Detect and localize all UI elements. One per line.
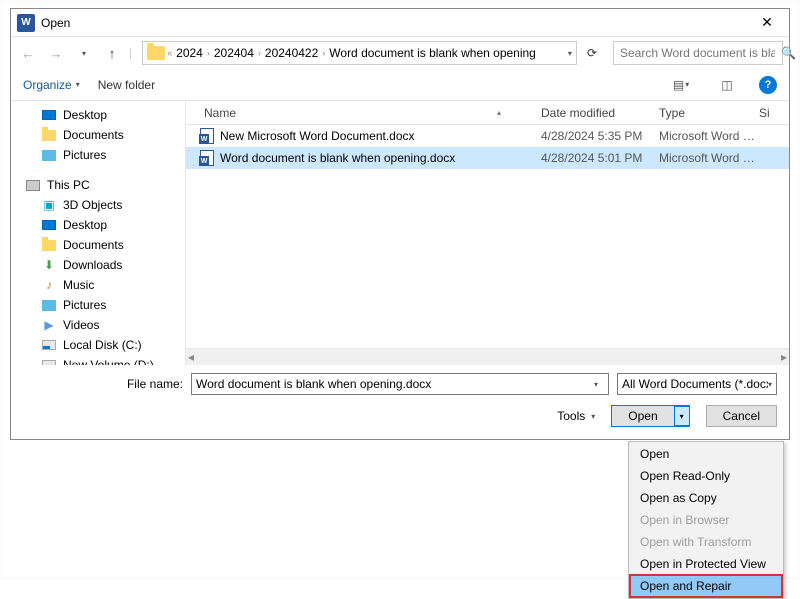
up-button[interactable]: ↑ <box>101 42 123 64</box>
forward-button[interactable]: → <box>45 42 67 64</box>
sidebar-item[interactable]: New Volume (D:) <box>11 355 185 365</box>
sidebar-this-pc[interactable]: This PC <box>11 175 185 195</box>
folder-icon <box>147 46 165 60</box>
menu-item-open[interactable]: Open <box>630 443 782 465</box>
cancel-button[interactable]: Cancel <box>706 405 777 427</box>
3d-icon: ▣ <box>41 198 57 212</box>
file-name-combo[interactable]: ▾ <box>191 373 609 395</box>
video-icon: ▶ <box>41 318 57 332</box>
open-dropdown-button[interactable]: ▾ <box>674 406 690 426</box>
breadcrumb-segment[interactable]: 2024 <box>176 46 203 60</box>
folder-icon <box>41 128 57 142</box>
titlebar: W Open ✕ <box>11 9 789 37</box>
file-list[interactable]: New Microsoft Word Document.docx4/28/202… <box>186 125 789 348</box>
word-doc-icon <box>200 150 214 166</box>
preview-pane-button[interactable]: ◫ <box>713 74 741 96</box>
body: DesktopDocumentsPicturesThis PC▣3D Objec… <box>11 101 789 365</box>
sidebar-item[interactable]: Documents <box>11 235 185 255</box>
menu-item-open-read-only[interactable]: Open Read-Only <box>630 465 782 487</box>
open-button[interactable]: Open <box>612 409 673 423</box>
tools-menu[interactable]: Tools▾ <box>557 409 595 423</box>
folder-icon <box>41 238 57 252</box>
file-type-filter[interactable]: All Word Documents (*.docx;*.▾ <box>617 373 777 395</box>
word-app-icon: W <box>17 14 35 32</box>
sidebar-item[interactable]: Pictures <box>11 295 185 315</box>
pictures-icon <box>41 148 57 162</box>
menu-item-open-and-repair[interactable]: Open and Repair <box>629 574 783 598</box>
disk-icon <box>41 358 57 365</box>
refresh-button[interactable]: ⟳ <box>583 46 601 60</box>
sidebar-item[interactable]: ▶Videos <box>11 315 185 335</box>
menu-item-open-in-protected-view[interactable]: Open in Protected View <box>630 553 782 575</box>
sort-indicator-icon: ▴ <box>497 108 501 117</box>
file-name-input[interactable] <box>196 377 588 391</box>
command-bar: Organize▾ New folder ▤▾ ◫ ? <box>11 69 789 101</box>
desktop-icon <box>41 108 57 122</box>
sidebar-item[interactable]: Desktop <box>11 105 185 125</box>
breadcrumb-segment[interactable]: Word document is blank when opening <box>329 46 536 60</box>
organize-menu[interactable]: Organize▾ <box>23 78 80 92</box>
open-split-button[interactable]: Open ▾ <box>611 405 689 427</box>
dialog-title: Open <box>41 16 751 30</box>
help-button[interactable]: ? <box>759 76 777 94</box>
sidebar-item[interactable]: ⬇Downloads <box>11 255 185 275</box>
new-folder-button[interactable]: New folder <box>98 78 155 92</box>
open-options-menu: OpenOpen Read-OnlyOpen as CopyOpen in Br… <box>628 441 784 599</box>
horizontal-scrollbar[interactable]: ◂▸ <box>186 348 789 365</box>
down-icon: ⬇ <box>41 258 57 272</box>
pictures-icon <box>41 298 57 312</box>
file-list-pane: Name▴ Date modified Type Si New Microsof… <box>186 101 789 365</box>
close-button[interactable]: ✕ <box>751 14 783 31</box>
breadcrumb-segment[interactable]: 202404 <box>214 46 254 60</box>
chevron-right-icon: › <box>322 48 325 58</box>
breadcrumb-bar[interactable]: « 2024 › 202404 › 20240422 › Word docume… <box>142 41 577 65</box>
word-doc-icon <box>200 128 214 144</box>
column-headers[interactable]: Name▴ Date modified Type Si <box>186 101 789 125</box>
file-row[interactable]: Word document is blank when opening.docx… <box>186 147 789 169</box>
diskc-icon <box>41 338 57 352</box>
file-row[interactable]: New Microsoft Word Document.docx4/28/202… <box>186 125 789 147</box>
address-bar: ← → ▾ ↑ | « 2024 › 202404 › 20240422 › W… <box>11 37 789 69</box>
sidebar-item[interactable]: Documents <box>11 125 185 145</box>
music-icon: ♪ <box>41 278 57 292</box>
sidebar-item[interactable]: Local Disk (C:) <box>11 335 185 355</box>
search-box[interactable]: 🔍 <box>613 41 783 65</box>
file-name-label: File name: <box>23 377 183 391</box>
address-history-dropdown[interactable]: ▾ <box>568 49 572 58</box>
sidebar-item[interactable]: ♪Music <box>11 275 185 295</box>
sidebar-item[interactable]: Pictures <box>11 145 185 165</box>
menu-item-open-with-transform: Open with Transform <box>630 531 782 553</box>
pc-icon <box>25 178 41 192</box>
search-input[interactable] <box>620 46 775 60</box>
desktop-icon <box>41 218 57 232</box>
sidebar-item[interactable]: Desktop <box>11 215 185 235</box>
menu-item-open-in-browser: Open in Browser <box>630 509 782 531</box>
chevron-right-icon: › <box>258 48 261 58</box>
navigation-pane[interactable]: DesktopDocumentsPicturesThis PC▣3D Objec… <box>11 101 186 365</box>
file-name-dropdown[interactable]: ▾ <box>588 380 604 389</box>
open-dialog: W Open ✕ ← → ▾ ↑ | « 2024 › 202404 › 202… <box>10 8 790 440</box>
view-options-button[interactable]: ▤▾ <box>667 74 695 96</box>
breadcrumb-segment[interactable]: 20240422 <box>265 46 318 60</box>
bottom-panel: File name: ▾ All Word Documents (*.docx;… <box>11 365 789 439</box>
menu-item-open-as-copy[interactable]: Open as Copy <box>630 487 782 509</box>
sidebar-item[interactable]: ▣3D Objects <box>11 195 185 215</box>
back-button[interactable]: ← <box>17 42 39 64</box>
chevron-right-icon: › <box>207 48 210 58</box>
search-icon: 🔍 <box>781 46 796 60</box>
recent-locations-dropdown[interactable]: ▾ <box>73 42 95 64</box>
